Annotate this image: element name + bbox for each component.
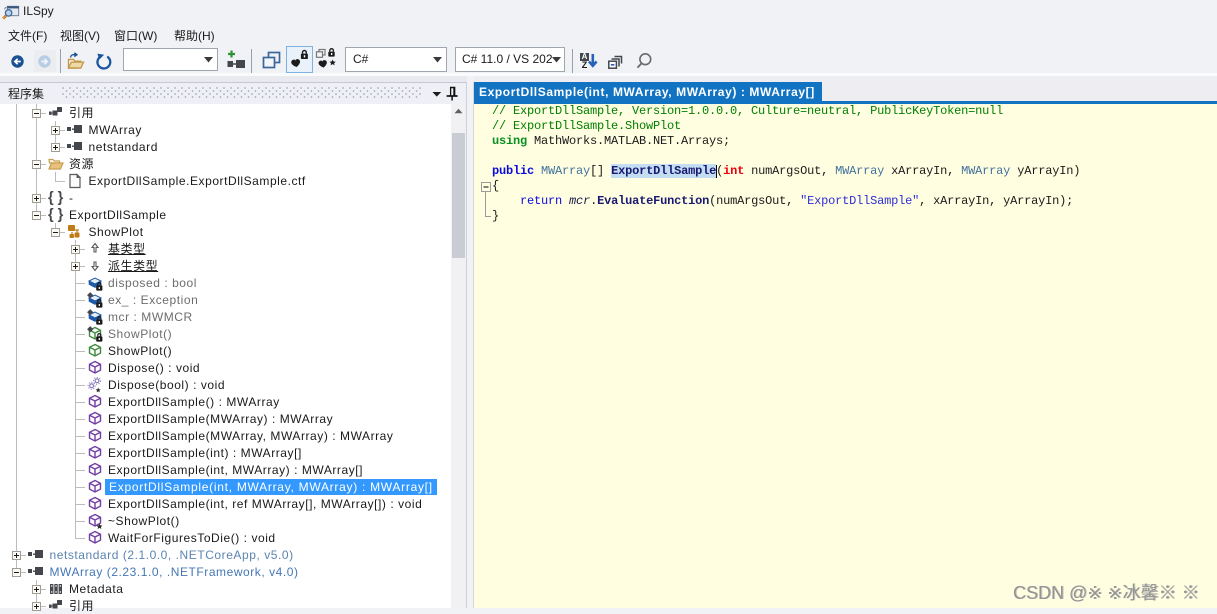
svg-text:{ }: { } xyxy=(48,190,64,206)
svg-text:{ }: { } xyxy=(48,207,64,223)
